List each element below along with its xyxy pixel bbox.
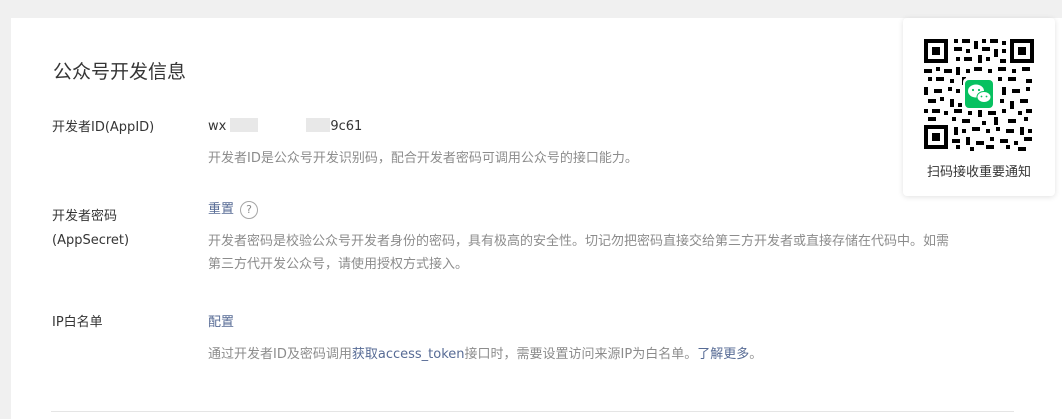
help-icon[interactable]: ? [240, 201, 259, 219]
qr-caption: 扫码接收重要通知 [926, 165, 1031, 180]
reset-secret-link[interactable]: 重置 [208, 202, 234, 217]
ip-whitelist-description: 通过开发者ID及密码调用获取access_token接口时，需要设置访问来源IP… [208, 343, 1028, 366]
config-link[interactable]: 配置 [208, 315, 234, 330]
get-access-token-link[interactable]: 获取access_token [352, 347, 465, 362]
wechat-icon [963, 78, 995, 110]
ip-desc-before: 通过开发者ID及密码调用 [208, 347, 352, 362]
secret-description-line1: 开发者密码是校验公众号开发者身份的密码，具有极高的安全性。切记勿把密码直接交给第… [208, 234, 950, 249]
appid-mask-1 [230, 118, 259, 132]
secret-actions: 重置? [208, 200, 259, 220]
section-title: 公众号开发信息 [53, 61, 187, 83]
divider [51, 411, 1014, 412]
secret-label-line2: (AppSecret) [52, 233, 130, 248]
appid-mask-2 [306, 118, 331, 132]
appid-prefix: wx [208, 119, 227, 134]
qr-notification-panel: 扫码接收重要通知 [903, 18, 1055, 196]
qr-code[interactable] [922, 37, 1036, 151]
ip-desc-end: 。 [749, 347, 763, 362]
secret-label-line1: 开发者密码 [52, 209, 118, 224]
secret-description-line2: 第三方代开发公众号，请使用授权方式接入。 [208, 257, 469, 272]
appid-label: 开发者ID(AppID) [52, 120, 155, 135]
ip-whitelist-label: IP白名单 [52, 315, 103, 330]
appid-suffix: 9c61 [330, 119, 363, 134]
ip-desc-middle: 接口时，需要设置访问来源IP为白名单。 [464, 347, 698, 362]
ip-config-link: 配置 [208, 313, 234, 333]
appid-value: wx 9c61 [208, 117, 362, 137]
qr-code-image [922, 37, 1036, 151]
learn-more-link[interactable]: 了解更多 [697, 347, 749, 362]
